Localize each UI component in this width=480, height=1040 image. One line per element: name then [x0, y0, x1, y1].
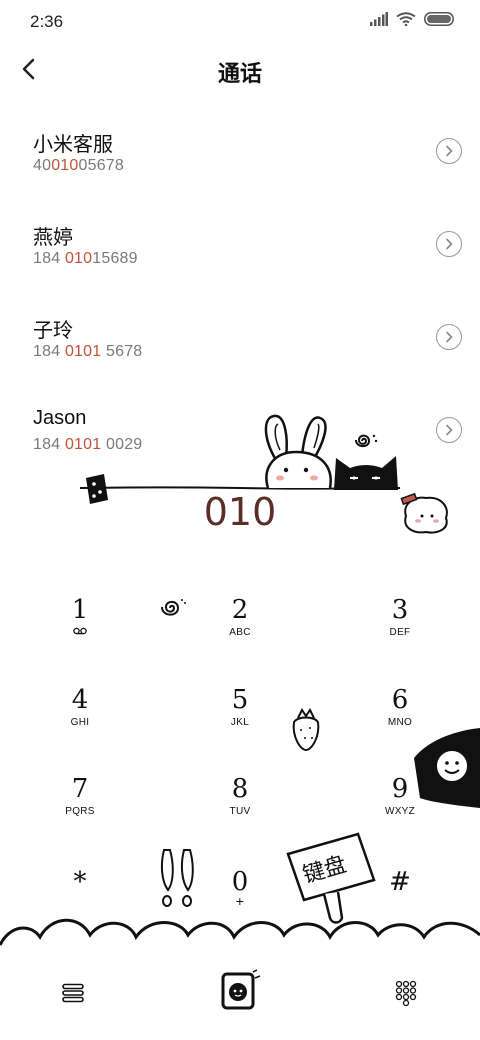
dialpad-toggle-button[interactable]	[381, 968, 431, 1018]
key-5[interactable]: 5 JKL	[185, 685, 295, 755]
contact-results-list: 小米客服 4001005678 燕婷 184 01015689 子玲 184 0…	[0, 110, 480, 482]
key-4[interactable]: 4 GHI	[25, 685, 135, 755]
header: 通话	[0, 42, 480, 98]
contact-result-row[interactable]: 燕婷 184 01015689	[0, 203, 480, 296]
battery-icon	[424, 12, 454, 26]
wifi-icon	[396, 12, 416, 26]
black-cat-doodle-icon	[334, 456, 398, 490]
voicemail-icon	[73, 627, 87, 635]
contact-result-row[interactable]: 小米客服 4001005678	[0, 110, 480, 203]
chevron-right-icon	[446, 238, 453, 250]
exclamation-doodle-icon	[160, 849, 194, 907]
key-3[interactable]: 3 DEF	[345, 595, 455, 665]
phone-call-icon	[221, 969, 261, 1010]
contact-name: Jason	[33, 407, 87, 429]
contact-number: 184 01015689	[33, 250, 138, 267]
chevron-right-icon	[446, 424, 453, 436]
chevron-right-icon	[446, 145, 453, 157]
contact-detail-button[interactable]	[436, 231, 462, 257]
page-title: 通话	[217, 61, 262, 86]
contact-name: 小米客服	[33, 134, 113, 156]
contact-result-row[interactable]: 子玲 184 0101 5678	[0, 296, 480, 389]
contact-number: 184 0101 0029	[33, 436, 143, 453]
chevron-right-icon	[446, 331, 453, 343]
bottom-navigation	[0, 950, 480, 1040]
contact-number: 184 0101 5678	[33, 343, 143, 360]
swirl-doodle-icon	[161, 599, 186, 616]
strawberry-doodle-icon	[292, 708, 320, 752]
dialpad-grid-icon	[395, 980, 417, 1006]
cloud-border-doodle	[0, 918, 480, 946]
menu-button[interactable]	[48, 968, 98, 1018]
key-7[interactable]: 7 PQRS	[25, 774, 135, 844]
bunny-doodle-icon	[264, 414, 332, 489]
contact-name: 子玲	[33, 320, 73, 342]
contact-name: 燕婷	[33, 227, 73, 249]
contact-detail-button[interactable]	[436, 138, 462, 164]
menu-icon	[62, 983, 84, 1003]
call-button[interactable]	[213, 962, 267, 1020]
status-icons	[370, 12, 454, 26]
contact-detail-button[interactable]	[436, 417, 462, 443]
status-bar: 2:36	[0, 0, 480, 42]
smiley-flag-doodle-icon	[414, 728, 480, 808]
dialed-number-display[interactable]: 010	[0, 490, 480, 534]
key-1[interactable]: 1	[25, 595, 135, 665]
signal-icon	[370, 12, 388, 26]
contact-detail-button[interactable]	[436, 324, 462, 350]
status-time: 2:36	[30, 12, 64, 31]
key-2[interactable]: 2 ABC	[185, 595, 295, 665]
contact-number: 4001005678	[33, 157, 124, 174]
key-8[interactable]: 8 TUV	[185, 774, 295, 844]
contact-result-row[interactable]: Jason 184 0101 0029	[0, 389, 480, 482]
